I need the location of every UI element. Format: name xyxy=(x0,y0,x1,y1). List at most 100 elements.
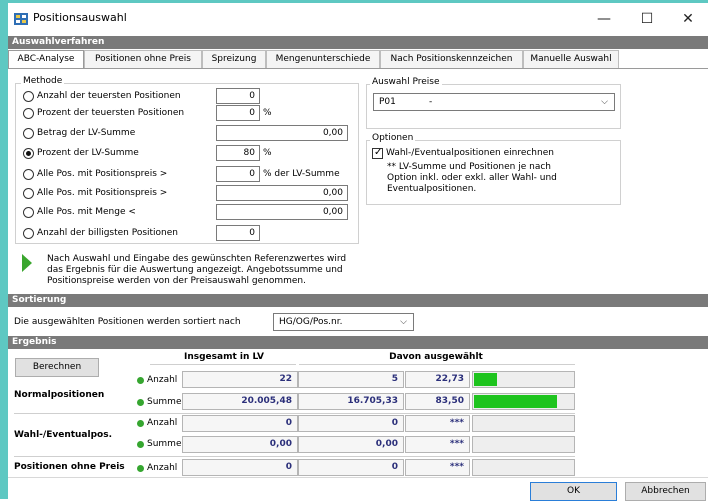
checkmark-icon: ✓ xyxy=(374,147,383,158)
window-title: Positionsauswahl xyxy=(33,11,127,24)
cell-normal-summe-selected: 16.705,33 xyxy=(298,393,404,410)
row-label-normalpositionen: Normalpositionen xyxy=(14,390,105,400)
col-header-selected: Davon ausgewählt xyxy=(389,352,483,362)
label-anzahl-teuerste: Anzahl der teuersten Positionen xyxy=(37,91,181,101)
tab-abc-analyse[interactable]: ABC-Analyse xyxy=(8,50,84,69)
cell-wahl-summe-percent: *** xyxy=(405,436,470,453)
label-menge: Alle Pos. mit Menge < xyxy=(37,207,136,217)
input-menge[interactable]: 0,00 xyxy=(216,204,348,220)
bullet-icon xyxy=(137,441,144,448)
unit-prozent-lv-summe: % xyxy=(263,148,272,158)
label-anzahl-billigste: Anzahl der billigsten Positionen xyxy=(37,228,179,238)
bar-ohne-anzahl xyxy=(472,459,575,476)
optionen-title: Optionen xyxy=(370,133,416,143)
sortierung-value: HG/OG/Pos.nr. xyxy=(279,317,343,327)
cell-normal-anzahl-percent: 22,73 xyxy=(405,371,470,388)
row-separator xyxy=(14,413,575,414)
cell-normal-summe-total: 20.005,48 xyxy=(182,393,298,410)
wahl-eventual-label: Wahl-/Eventualpositionen einrechnen xyxy=(386,148,554,158)
col-header-total: Insgesamt in LV xyxy=(184,352,264,362)
input-positionspreis-prozent[interactable]: 0 xyxy=(216,166,260,182)
cell-wahl-summe-total: 0,00 xyxy=(182,436,298,453)
tab-spreizung[interactable]: Spreizung xyxy=(202,50,266,68)
row-separator xyxy=(14,456,575,457)
preise-title: Auswahl Preise xyxy=(370,77,442,87)
footer-separator xyxy=(8,477,708,478)
input-prozent-teuerste[interactable]: 0 xyxy=(216,105,260,121)
close-button[interactable]: ✕ xyxy=(668,3,708,35)
maximize-button[interactable]: ☐ xyxy=(627,3,667,35)
bar-fill xyxy=(474,395,557,408)
sublabel-anzahl: Anzahl xyxy=(147,418,178,428)
sublabel-anzahl: Anzahl xyxy=(147,463,178,473)
unit-positionspreis-prozent: % der LV-Summe xyxy=(263,169,340,179)
bullet-icon xyxy=(137,465,144,472)
radio-positionspreis-betrag[interactable] xyxy=(23,188,34,199)
cell-wahl-anzahl-total: 0 xyxy=(182,415,298,432)
app-icon xyxy=(14,13,28,25)
section-auswahlverfahren: Auswahlverfahren xyxy=(8,36,708,49)
header-underline-selected xyxy=(299,364,575,365)
label-betrag-lv-summe: Betrag der LV-Summe xyxy=(37,128,136,138)
abbrechen-button[interactable]: Abbrechen xyxy=(625,482,706,501)
sublabel-summe: Summe xyxy=(147,439,182,449)
radio-positionspreis-prozent[interactable] xyxy=(23,169,34,180)
tab-nach-positionskennzeichen[interactable]: Nach Positionskennzeichen xyxy=(380,50,523,68)
hint-line-1: Nach Auswahl und Eingabe des gewünschten… xyxy=(47,254,347,264)
berechnen-button[interactable]: Berechnen xyxy=(15,358,99,377)
optionen-note-1: ** LV-Summe und Positionen je nach xyxy=(387,162,552,172)
cell-normal-anzahl-total: 22 xyxy=(182,371,298,388)
background-strip-left xyxy=(0,0,8,499)
label-positionspreis-prozent: Alle Pos. mit Positionspreis > xyxy=(37,169,168,179)
radio-prozent-teuerste[interactable] xyxy=(23,108,34,119)
label-prozent-lv-summe: Prozent der LV-Summe xyxy=(37,148,139,158)
bullet-icon xyxy=(137,420,144,427)
radio-betrag-lv-summe[interactable] xyxy=(23,128,34,139)
unit-prozent-teuerste: % xyxy=(263,108,272,118)
cell-wahl-anzahl-percent: *** xyxy=(405,415,470,432)
ok-button[interactable]: OK xyxy=(530,482,617,501)
optionen-note-2: Option inkl. oder exkl. aller Wahl- und xyxy=(387,173,557,183)
hint-line-2: das Ergebnis für die Auswertung angezeig… xyxy=(47,265,343,275)
cell-normal-summe-percent: 83,50 xyxy=(405,393,470,410)
wahl-eventual-checkbox[interactable]: ✓ xyxy=(372,147,383,159)
cell-ohne-anzahl-selected: 0 xyxy=(298,459,404,476)
cell-ohne-anzahl-total: 0 xyxy=(182,459,298,476)
preise-name: - xyxy=(429,97,433,107)
cell-normal-anzahl-selected: 5 xyxy=(298,371,404,388)
cell-ohne-anzahl-percent: *** xyxy=(405,459,470,476)
radio-prozent-lv-summe[interactable] xyxy=(23,148,34,159)
label-prozent-teuerste: Prozent der teuersten Positionen xyxy=(37,108,185,118)
radio-menge[interactable] xyxy=(23,207,34,218)
tab-positionen-ohne-preis[interactable]: Positionen ohne Preis xyxy=(84,50,202,68)
bar-normal-anzahl xyxy=(472,371,575,388)
input-anzahl-billigste[interactable]: 0 xyxy=(216,225,260,241)
tab-divider xyxy=(8,68,708,69)
radio-anzahl-billigste[interactable] xyxy=(23,228,34,239)
tab-manuelle-auswahl[interactable]: Manuelle Auswahl xyxy=(523,50,619,68)
preise-code: P01 xyxy=(379,97,396,107)
chevron-down-icon: ⌵ xyxy=(400,317,407,327)
label-positionspreis-betrag: Alle Pos. mit Positionspreis > xyxy=(37,188,168,198)
sortierung-select[interactable]: HG/OG/Pos.nr. ⌵ xyxy=(273,313,414,331)
input-betrag-lv-summe[interactable]: 0,00 xyxy=(216,125,348,141)
input-positionspreis-betrag[interactable]: 0,00 xyxy=(216,185,348,201)
sortierung-label: Die ausgewählten Positionen werden sorti… xyxy=(14,317,241,327)
row-label-wahl-eventual: Wahl-/Eventualpos. xyxy=(14,430,112,440)
preise-select[interactable]: P01 - ⌵ xyxy=(373,93,615,111)
optionen-note-3: Eventualpositionen. xyxy=(387,184,477,194)
sublabel-anzahl: Anzahl xyxy=(147,375,178,385)
bullet-icon xyxy=(137,377,144,384)
section-sortierung: Sortierung xyxy=(8,294,708,307)
tab-mengenunterschiede[interactable]: Mengenunterschiede xyxy=(266,50,380,68)
methode-title: Methode xyxy=(21,76,65,86)
cell-wahl-anzahl-selected: 0 xyxy=(298,415,404,432)
input-prozent-lv-summe[interactable]: 80 xyxy=(216,145,260,161)
radio-anzahl-teuerste[interactable] xyxy=(23,91,34,102)
minimize-button[interactable]: — xyxy=(584,3,624,35)
header-underline-total xyxy=(150,364,296,365)
input-anzahl-teuerste[interactable]: 0 xyxy=(216,88,260,104)
bar-wahl-summe xyxy=(472,436,575,453)
sublabel-summe: Summe xyxy=(147,397,182,407)
bar-normal-summe xyxy=(472,393,575,410)
